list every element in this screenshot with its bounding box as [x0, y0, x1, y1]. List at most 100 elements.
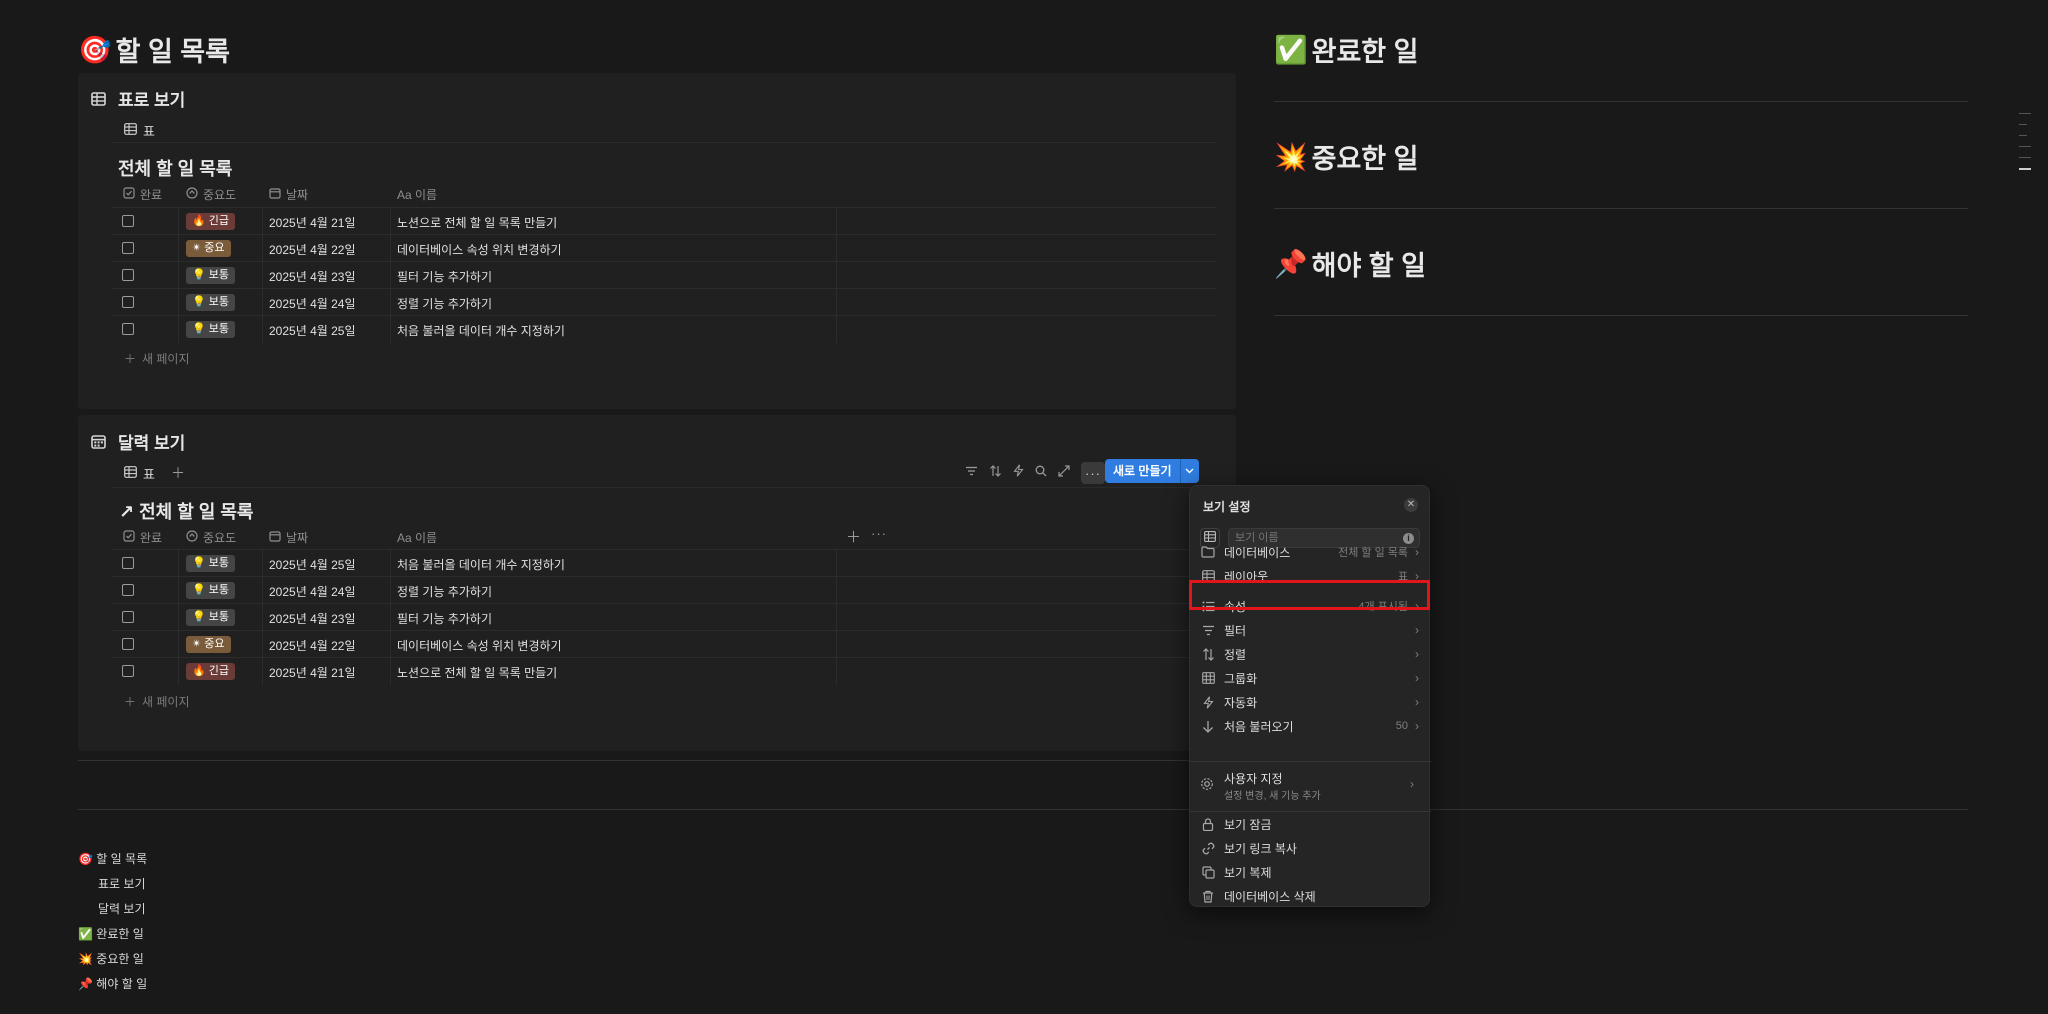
action-item[interactable]: 데이터베이스 삭제: [1198, 885, 1422, 907]
name-cell[interactable]: 데이터베이스 속성 위치 변경하기: [397, 241, 562, 258]
table-of-contents-minimap[interactable]: [2019, 113, 2033, 170]
done-checkbox[interactable]: [122, 638, 134, 650]
sort-icon[interactable]: [989, 464, 1002, 482]
date-cell[interactable]: 2025년 4월 25일: [269, 322, 356, 339]
priority-tag[interactable]: 💡 보통: [186, 609, 235, 626]
duplicate-icon: [1200, 864, 1216, 880]
date-cell[interactable]: 2025년 4월 22일: [269, 637, 356, 654]
toc-item-todo[interactable]: 📌 해야 할 일: [78, 975, 147, 992]
column-header-priority[interactable]: 중요도: [186, 186, 236, 203]
table-row[interactable]: ✴ 중요 2025년 4월 22일 데이터베이스 속성 위치 변경하기: [112, 630, 1216, 658]
chevron-right-icon: ›: [1415, 647, 1419, 661]
table-row[interactable]: 💡 보통 2025년 4월 24일 정렬 기능 추가하기: [112, 288, 1216, 316]
status-icon: [186, 530, 198, 545]
table-row[interactable]: 💡 보통 2025년 4월 25일 처음 불러올 데이터 개수 지정하기: [112, 315, 1216, 343]
menu-item[interactable]: 자동화 ›: [1198, 691, 1422, 713]
priority-tag[interactable]: 💡 보통: [186, 555, 235, 572]
menu-item[interactable]: 처음 불러오기 50 ›: [1198, 715, 1422, 737]
toc-item-todo-list[interactable]: 🎯 할 일 목록: [78, 850, 147, 867]
name-cell[interactable]: 처음 불러올 데이터 개수 지정하기: [397, 322, 565, 339]
date-cell[interactable]: 2025년 4월 21일: [269, 664, 356, 681]
date-cell[interactable]: 2025년 4월 24일: [269, 295, 356, 312]
action-item[interactable]: 보기 링크 복사: [1198, 837, 1422, 859]
column-header-name[interactable]: Aa 이름: [397, 186, 437, 203]
table-row[interactable]: 💡 보통 2025년 4월 23일 필터 기능 추가하기: [112, 603, 1216, 631]
add-property-icon[interactable]: ＋: [846, 526, 861, 547]
date-cell[interactable]: 2025년 4월 23일: [269, 268, 356, 285]
customize-item[interactable]: 사용자 지정 설정 변경, 새 기능 추가 ›: [1198, 767, 1422, 805]
chevron-right-icon: ›: [1415, 545, 1419, 559]
name-cell[interactable]: 필터 기능 추가하기: [397, 268, 492, 285]
table-row[interactable]: 🔥 긴급 2025년 4월 21일 노션으로 전체 할 일 목록 만들기: [112, 207, 1216, 235]
tab-table[interactable]: 표 ＋: [124, 463, 185, 483]
column-header-priority[interactable]: 중요도: [186, 529, 236, 546]
toc-item-important[interactable]: 💥 중요한 일: [78, 950, 144, 967]
column-header-name[interactable]: Aa 이름: [397, 529, 437, 546]
filter-icon[interactable]: [965, 464, 978, 482]
search-icon[interactable]: [1035, 464, 1047, 482]
column-header-done[interactable]: 완료: [123, 529, 162, 546]
name-cell[interactable]: 필터 기능 추가하기: [397, 610, 492, 627]
lightning-icon[interactable]: [1013, 464, 1024, 482]
table-row[interactable]: 🔥 긴급 2025년 4월 21일 노션으로 전체 할 일 목록 만들기: [112, 657, 1216, 685]
table-row[interactable]: ✴ 중요 2025년 4월 22일 데이터베이스 속성 위치 변경하기: [112, 234, 1216, 262]
menu-item[interactable]: 정렬 ›: [1198, 643, 1422, 665]
new-button[interactable]: 새로 만들기: [1105, 459, 1180, 483]
name-cell[interactable]: 데이터베이스 속성 위치 변경하기: [397, 637, 562, 654]
done-checkbox[interactable]: [122, 557, 134, 569]
chevron-down-icon[interactable]: [1179, 459, 1199, 483]
pushpin-icon: 📌: [1274, 248, 1308, 280]
priority-tag[interactable]: ✴ 중요: [186, 636, 231, 653]
toc-item-completed[interactable]: ✅ 완료한 일: [78, 925, 144, 942]
priority-tag[interactable]: ✴ 중요: [186, 240, 231, 257]
priority-tag[interactable]: 💡 보통: [186, 294, 235, 311]
add-view-icon[interactable]: ＋: [171, 463, 185, 483]
table-row[interactable]: 💡 보통 2025년 4월 25일 처음 불러올 데이터 개수 지정하기: [112, 549, 1216, 577]
new-page-button[interactable]: ＋ 새 페이지: [124, 350, 190, 367]
table-row[interactable]: 💡 보통 2025년 4월 24일 정렬 기능 추가하기: [112, 576, 1216, 604]
expand-icon[interactable]: [1058, 464, 1070, 482]
name-cell[interactable]: 처음 불러올 데이터 개수 지정하기: [397, 556, 565, 573]
menu-item[interactable]: 그룹화 ›: [1198, 667, 1422, 689]
folder-icon: [1200, 544, 1216, 560]
menu-item[interactable]: 필터 ›: [1198, 619, 1422, 641]
toc-item-table-view[interactable]: 표로 보기: [98, 875, 146, 892]
tab-table[interactable]: 표: [124, 121, 155, 140]
priority-tag[interactable]: 🔥 긴급: [186, 213, 235, 230]
more-icon[interactable]: ···: [871, 526, 887, 541]
date-cell[interactable]: 2025년 4월 24일: [269, 583, 356, 600]
done-checkbox[interactable]: [122, 584, 134, 596]
date-cell[interactable]: 2025년 4월 21일: [269, 214, 356, 231]
done-checkbox[interactable]: [122, 242, 134, 254]
name-cell[interactable]: 정렬 기능 추가하기: [397, 583, 492, 600]
date-cell[interactable]: 2025년 4월 25일: [269, 556, 356, 573]
new-page-button[interactable]: ＋ 새 페이지: [124, 693, 190, 710]
more-options-button[interactable]: ···: [1081, 462, 1105, 484]
date-cell[interactable]: 2025년 4월 22일: [269, 241, 356, 258]
name-cell[interactable]: 정렬 기능 추가하기: [397, 295, 492, 312]
done-checkbox[interactable]: [122, 665, 134, 677]
name-cell[interactable]: 노션으로 전체 할 일 목록 만들기: [397, 214, 557, 231]
collision-icon: 💥: [1274, 141, 1308, 173]
toc-item-calendar-view[interactable]: 달력 보기: [98, 900, 146, 917]
done-checkbox[interactable]: [122, 611, 134, 623]
action-item[interactable]: 보기 잠금: [1198, 813, 1422, 835]
menu-item[interactable]: 데이터베이스 전체 할 일 목록 ›: [1198, 541, 1422, 563]
priority-tag[interactable]: 🔥 긴급: [186, 663, 235, 680]
done-checkbox[interactable]: [122, 269, 134, 281]
close-icon[interactable]: ✕: [1404, 498, 1418, 512]
column-header-done[interactable]: 완료: [123, 186, 162, 203]
table-row[interactable]: 💡 보통 2025년 4월 23일 필터 기능 추가하기: [112, 261, 1216, 289]
priority-tag[interactable]: 💡 보통: [186, 582, 235, 599]
column-header-date[interactable]: 날짜: [269, 186, 308, 203]
sort-icon: [1200, 646, 1216, 662]
date-cell[interactable]: 2025년 4월 23일: [269, 610, 356, 627]
priority-tag[interactable]: 💡 보통: [186, 267, 235, 284]
name-cell[interactable]: 노션으로 전체 할 일 목록 만들기: [397, 664, 557, 681]
done-checkbox[interactable]: [122, 215, 134, 227]
priority-tag[interactable]: 💡 보통: [186, 321, 235, 338]
column-header-date[interactable]: 날짜: [269, 529, 308, 546]
done-checkbox[interactable]: [122, 323, 134, 335]
action-item[interactable]: 보기 복제: [1198, 861, 1422, 883]
done-checkbox[interactable]: [122, 296, 134, 308]
